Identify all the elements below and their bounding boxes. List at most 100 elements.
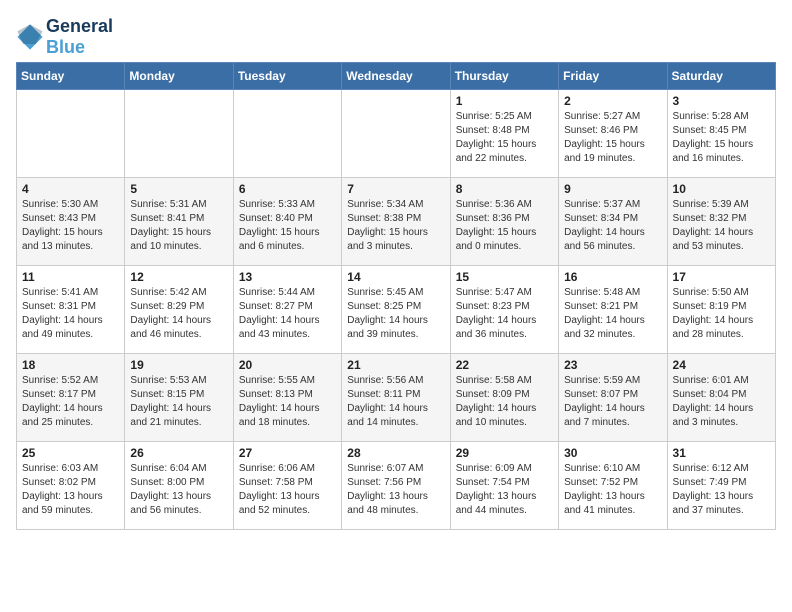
day-number: 7 (347, 182, 444, 196)
header-cell-wednesday: Wednesday (342, 63, 450, 90)
cell-content: Sunrise: 5:37 AM Sunset: 8:34 PM Dayligh… (564, 198, 661, 254)
calendar-cell: 1 Sunrise: 5:25 AM Sunset: 8:48 PM Daylig… (450, 90, 558, 178)
calendar-cell: 16 Sunrise: 5:48 AM Sunset: 8:21 PM Dayli… (559, 266, 667, 354)
logo: General Blue (16, 16, 113, 58)
cell-content: Sunrise: 5:47 AM Sunset: 8:23 PM Dayligh… (456, 286, 553, 342)
header-cell-monday: Monday (125, 63, 233, 90)
week-row-3: 11 Sunrise: 5:41 AM Sunset: 8:31 PM Dayli… (17, 266, 776, 354)
calendar-cell: 14Sunrise: 5:45 AM Sunset: 8:25 PM Dayli… (342, 266, 450, 354)
cell-content: Sunrise: 6:03 AM Sunset: 8:02 PM Dayligh… (22, 462, 119, 518)
day-number: 11 (22, 270, 119, 284)
cell-content: Sunrise: 6:04 AM Sunset: 8:00 PM Dayligh… (130, 462, 227, 518)
day-number: 5 (130, 182, 227, 196)
calendar-cell: 5 Sunrise: 5:31 AM Sunset: 8:41 PM Daylig… (125, 178, 233, 266)
calendar-cell: 2 Sunrise: 5:27 AM Sunset: 8:46 PM Daylig… (559, 90, 667, 178)
calendar-cell: 26 Sunrise: 6:04 AM Sunset: 8:00 PM Dayli… (125, 442, 233, 530)
day-number: 16 (564, 270, 661, 284)
week-row-5: 25 Sunrise: 6:03 AM Sunset: 8:02 PM Dayli… (17, 442, 776, 530)
calendar-cell: 28 Sunrise: 6:07 AM Sunset: 7:56 PM Dayli… (342, 442, 450, 530)
day-number: 25 (22, 446, 119, 460)
calendar-cell: 15 Sunrise: 5:47 AM Sunset: 8:23 PM Dayli… (450, 266, 558, 354)
calendar-cell: 3Sunrise: 5:28 AM Sunset: 8:45 PM Daylig… (667, 90, 775, 178)
day-number: 15 (456, 270, 553, 284)
calendar-table: SundayMondayTuesdayWednesdayThursdayFrid… (16, 62, 776, 530)
calendar-cell (125, 90, 233, 178)
day-number: 3 (673, 94, 770, 108)
calendar-cell: 27Sunrise: 6:06 AM Sunset: 7:58 PM Dayli… (233, 442, 341, 530)
day-number: 29 (456, 446, 553, 460)
page-header: General Blue (16, 16, 776, 58)
calendar-cell: 20 Sunrise: 5:55 AM Sunset: 8:13 PM Dayli… (233, 354, 341, 442)
calendar-cell: 8 Sunrise: 5:36 AM Sunset: 8:36 PM Daylig… (450, 178, 558, 266)
cell-content: Sunrise: 5:42 AM Sunset: 8:29 PM Dayligh… (130, 286, 227, 342)
cell-content: Sunrise: 5:55 AM Sunset: 8:13 PM Dayligh… (239, 374, 336, 430)
day-number: 28 (347, 446, 444, 460)
cell-content: Sunrise: 6:06 AM Sunset: 7:58 PM Dayligh… (239, 462, 336, 518)
calendar-cell: 18 Sunrise: 5:52 AM Sunset: 8:17 PM Dayli… (17, 354, 125, 442)
day-number: 26 (130, 446, 227, 460)
day-number: 20 (239, 358, 336, 372)
cell-content: Sunrise: 6:09 AM Sunset: 7:54 PM Dayligh… (456, 462, 553, 518)
cell-content: Sunrise: 5:25 AM Sunset: 8:48 PM Dayligh… (456, 110, 553, 166)
cell-content: Sunrise: 5:52 AM Sunset: 8:17 PM Dayligh… (22, 374, 119, 430)
calendar-cell (17, 90, 125, 178)
day-number: 1 (456, 94, 553, 108)
cell-content: Sunrise: 5:34 AM Sunset: 8:38 PM Dayligh… (347, 198, 444, 254)
cell-content: Sunrise: 6:07 AM Sunset: 7:56 PM Dayligh… (347, 462, 444, 518)
day-number: 9 (564, 182, 661, 196)
calendar-cell: 10 Sunrise: 5:39 AM Sunset: 8:32 PM Dayli… (667, 178, 775, 266)
cell-content: Sunrise: 5:44 AM Sunset: 8:27 PM Dayligh… (239, 286, 336, 342)
day-number: 13 (239, 270, 336, 284)
calendar-cell: 11 Sunrise: 5:41 AM Sunset: 8:31 PM Dayli… (17, 266, 125, 354)
day-number: 2 (564, 94, 661, 108)
day-number: 10 (673, 182, 770, 196)
day-number: 22 (456, 358, 553, 372)
calendar-cell: 29 Sunrise: 6:09 AM Sunset: 7:54 PM Dayli… (450, 442, 558, 530)
header-cell-tuesday: Tuesday (233, 63, 341, 90)
cell-content: Sunrise: 5:27 AM Sunset: 8:46 PM Dayligh… (564, 110, 661, 166)
calendar-cell: 6 Sunrise: 5:33 AM Sunset: 8:40 PM Daylig… (233, 178, 341, 266)
logo-icon (16, 23, 44, 51)
calendar-cell: 13 Sunrise: 5:44 AM Sunset: 8:27 PM Dayli… (233, 266, 341, 354)
day-number: 12 (130, 270, 227, 284)
calendar-cell: 17 Sunrise: 5:50 AM Sunset: 8:19 PM Dayli… (667, 266, 775, 354)
header-cell-friday: Friday (559, 63, 667, 90)
day-number: 21 (347, 358, 444, 372)
cell-content: Sunrise: 6:01 AM Sunset: 8:04 PM Dayligh… (673, 374, 770, 430)
calendar-cell: 25 Sunrise: 6:03 AM Sunset: 8:02 PM Dayli… (17, 442, 125, 530)
cell-content: Sunrise: 5:50 AM Sunset: 8:19 PM Dayligh… (673, 286, 770, 342)
day-number: 17 (673, 270, 770, 284)
cell-content: Sunrise: 5:56 AM Sunset: 8:11 PM Dayligh… (347, 374, 444, 430)
day-number: 4 (22, 182, 119, 196)
cell-content: Sunrise: 5:36 AM Sunset: 8:36 PM Dayligh… (456, 198, 553, 254)
cell-content: Sunrise: 6:10 AM Sunset: 7:52 PM Dayligh… (564, 462, 661, 518)
week-row-2: 4 Sunrise: 5:30 AM Sunset: 8:43 PM Daylig… (17, 178, 776, 266)
calendar-cell: 4 Sunrise: 5:30 AM Sunset: 8:43 PM Daylig… (17, 178, 125, 266)
calendar-cell: 31Sunrise: 6:12 AM Sunset: 7:49 PM Dayli… (667, 442, 775, 530)
logo-blue: Blue (46, 37, 113, 58)
cell-content: Sunrise: 5:41 AM Sunset: 8:31 PM Dayligh… (22, 286, 119, 342)
cell-content: Sunrise: 5:39 AM Sunset: 8:32 PM Dayligh… (673, 198, 770, 254)
day-number: 8 (456, 182, 553, 196)
header-row: SundayMondayTuesdayWednesdayThursdayFrid… (17, 63, 776, 90)
header-cell-sunday: Sunday (17, 63, 125, 90)
calendar-cell: 7 Sunrise: 5:34 AM Sunset: 8:38 PM Daylig… (342, 178, 450, 266)
calendar-cell (342, 90, 450, 178)
day-number: 18 (22, 358, 119, 372)
cell-content: Sunrise: 5:48 AM Sunset: 8:21 PM Dayligh… (564, 286, 661, 342)
cell-content: Sunrise: 5:30 AM Sunset: 8:43 PM Dayligh… (22, 198, 119, 254)
cell-content: Sunrise: 5:33 AM Sunset: 8:40 PM Dayligh… (239, 198, 336, 254)
week-row-4: 18 Sunrise: 5:52 AM Sunset: 8:17 PM Dayli… (17, 354, 776, 442)
day-number: 14 (347, 270, 444, 284)
day-number: 31 (673, 446, 770, 460)
calendar-cell (233, 90, 341, 178)
calendar-cell: 23Sunrise: 5:59 AM Sunset: 8:07 PM Dayli… (559, 354, 667, 442)
header-cell-thursday: Thursday (450, 63, 558, 90)
cell-content: Sunrise: 5:31 AM Sunset: 8:41 PM Dayligh… (130, 198, 227, 254)
calendar-cell: 22 Sunrise: 5:58 AM Sunset: 8:09 PM Dayli… (450, 354, 558, 442)
cell-content: Sunrise: 5:58 AM Sunset: 8:09 PM Dayligh… (456, 374, 553, 430)
calendar-cell: 30Sunrise: 6:10 AM Sunset: 7:52 PM Dayli… (559, 442, 667, 530)
day-number: 6 (239, 182, 336, 196)
cell-content: Sunrise: 5:59 AM Sunset: 8:07 PM Dayligh… (564, 374, 661, 430)
header-cell-saturday: Saturday (667, 63, 775, 90)
